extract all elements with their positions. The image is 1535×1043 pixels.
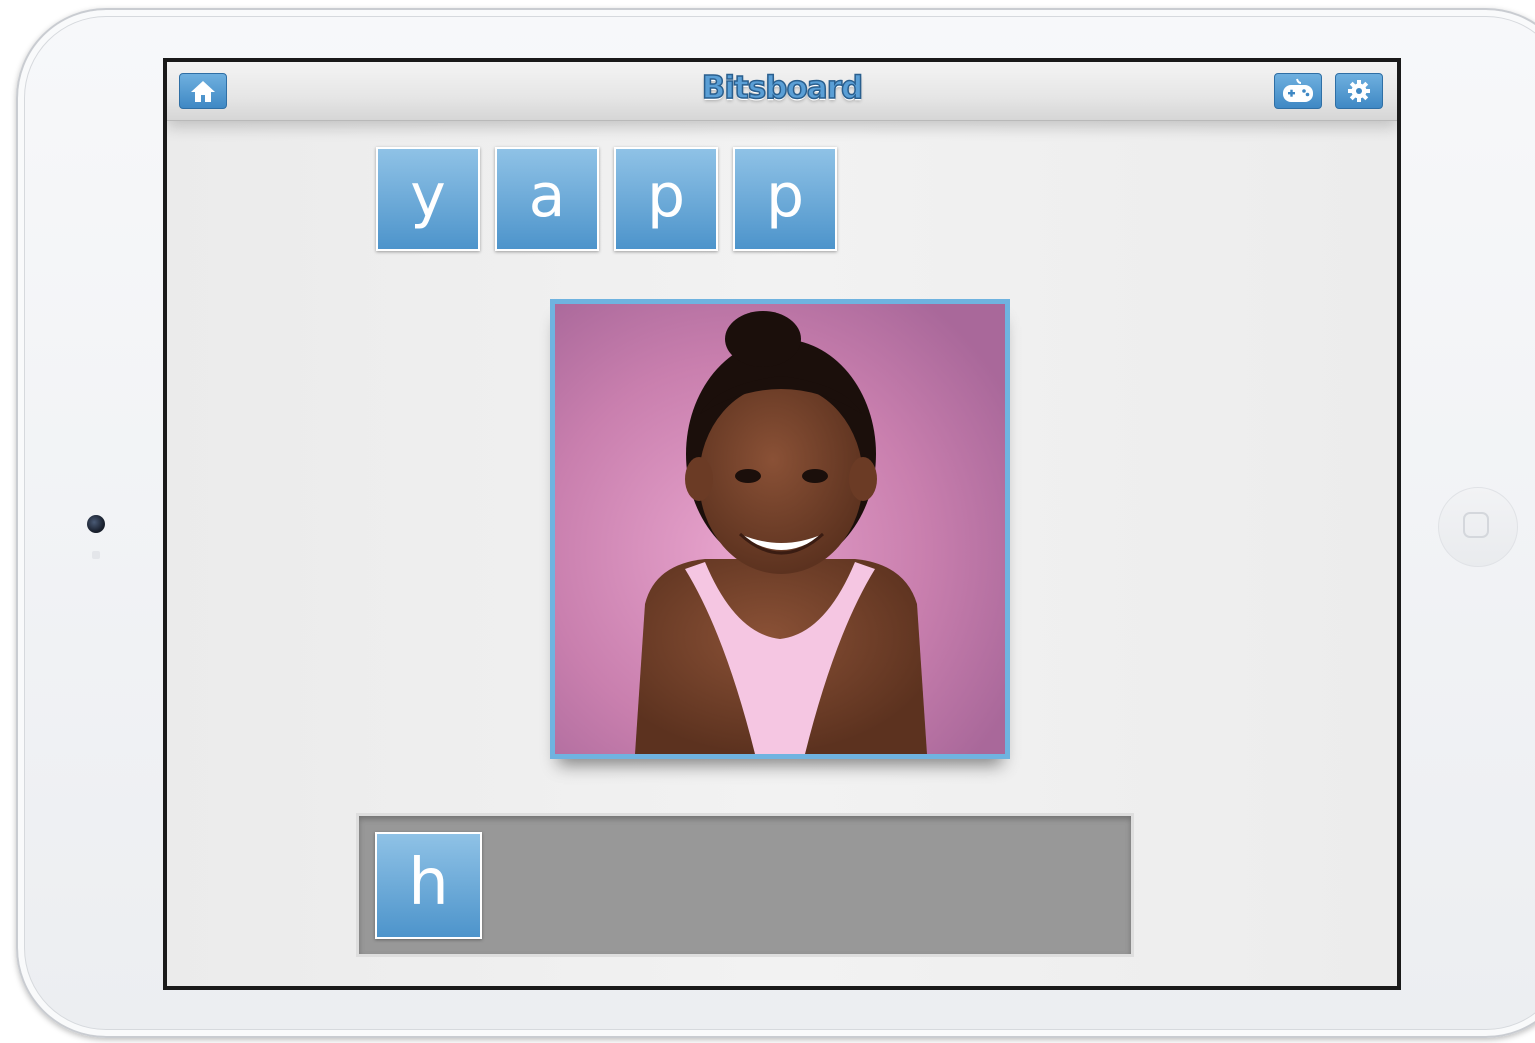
gamepad-icon [1283, 78, 1313, 102]
answer-drop-area[interactable]: h [356, 813, 1134, 957]
letter-tile[interactable]: p [733, 147, 837, 251]
app-logo: Bitsboard [701, 69, 864, 107]
device-screen: Bitsboard y a p p h [163, 58, 1401, 990]
placed-letter-tile[interactable]: h [375, 832, 482, 939]
front-camera [87, 515, 105, 533]
girl-photo [555, 304, 1005, 754]
ambient-sensor [92, 551, 100, 559]
scrambled-letter-tiles: y a p p [376, 147, 837, 251]
top-navigation-bar: Bitsboard [167, 62, 1397, 121]
device-home-button-icon [1463, 512, 1489, 538]
games-button[interactable] [1274, 73, 1322, 109]
gear-icon [1348, 80, 1370, 102]
letter-tile[interactable]: p [614, 147, 718, 251]
letter-tile[interactable]: y [376, 147, 480, 251]
word-picture-card [550, 299, 1010, 759]
letter-tile[interactable]: a [495, 147, 599, 251]
app-viewport: Bitsboard y a p p h [167, 62, 1397, 986]
settings-button[interactable] [1335, 73, 1383, 109]
